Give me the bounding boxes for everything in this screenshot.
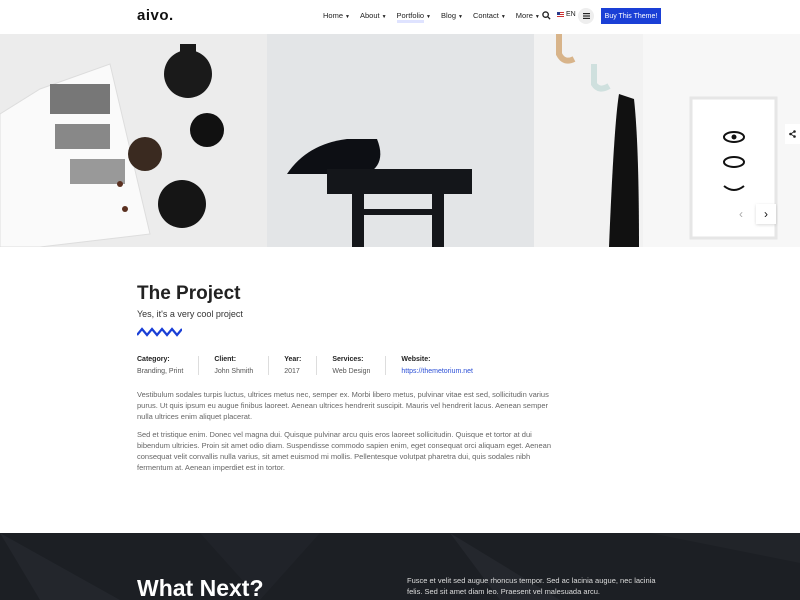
footer-background-pattern — [0, 533, 800, 600]
caret-down-icon: ▼ — [345, 14, 350, 20]
what-next-section: What Next? Fusce et velit sed augue rhon… — [0, 533, 800, 600]
project-gallery — [0, 34, 800, 247]
nav-item-portfolio[interactable]: Portfolio ▼ — [396, 11, 431, 23]
share-icon — [789, 130, 796, 138]
hamburger-icon — [582, 13, 590, 19]
share-button[interactable] — [785, 124, 800, 144]
still-life-illustration — [0, 44, 224, 247]
meta-category: Category: Branding, Print — [137, 356, 198, 375]
caret-down-icon: ▼ — [534, 14, 540, 20]
main-nav: Home ▼ About ▼ Portfolio ▼ Blog ▼ Contact ▼ M… — [323, 11, 550, 23]
nav-label: Blog — [441, 11, 457, 20]
flag-icon — [557, 12, 564, 17]
caret-down-icon: ▼ — [426, 14, 431, 20]
caret-down-icon: ▼ — [381, 14, 387, 20]
hamburger-menu-button[interactable] — [578, 8, 594, 24]
meta-label: Client: — [214, 356, 237, 363]
meta-year: Year: 2017 — [268, 356, 316, 375]
search-icon[interactable] — [542, 11, 551, 20]
nav-label: About — [359, 11, 380, 20]
site-logo[interactable]: aivo. — [137, 7, 174, 24]
zigzag-divider — [136, 327, 183, 337]
nav-item-home[interactable]: Home ▼ — [323, 11, 350, 20]
project-title: The Project — [137, 283, 241, 304]
chevron-left-icon: ‹ — [739, 207, 743, 221]
meta-client: Client: John Shmith — [198, 356, 268, 375]
project-subtitle: Yes, it's a very cool project — [137, 309, 243, 319]
footer-title: What Next? — [137, 575, 264, 600]
meta-label: Year: — [284, 356, 302, 363]
nav-label: More — [515, 11, 533, 20]
project-details: The Project Yes, it's a very cool projec… — [136, 283, 557, 473]
website-link[interactable]: https://themetorium.net — [401, 368, 473, 375]
meta-services: Services: Web Design — [316, 356, 385, 375]
nav-label: Portfolio — [396, 11, 425, 23]
meta-label: Category: — [137, 356, 170, 363]
chevron-right-icon: › — [764, 207, 768, 221]
gallery-next-button[interactable]: › — [756, 204, 776, 224]
gallery-prev-button[interactable]: ‹ — [731, 204, 751, 224]
meta-value: Branding, Print — [137, 368, 184, 375]
footer-text: Fusce et velit sed augue rhoncus tempor.… — [407, 576, 656, 596]
gallery-image-still-life[interactable] — [0, 34, 267, 247]
meta-label: Website: — [401, 356, 431, 363]
project-description: Vestibulum sodales turpis luctus, ultric… — [137, 390, 549, 421]
project-meta: Category: Branding, Print Client: John S… — [137, 356, 557, 375]
site-header: aivo. Home ▼ About ▼ Portfolio ▼ Blog ▼ Cont… — [0, 0, 800, 34]
meta-value: 2017 — [284, 368, 300, 375]
project-description: Sed et tristique enim. Donec vel magna d… — [137, 430, 551, 472]
caret-down-icon: ▼ — [458, 14, 463, 20]
caret-down-icon: ▼ — [500, 14, 506, 20]
meta-label: Services: — [332, 356, 364, 363]
stool-illustration — [287, 139, 472, 247]
nav-item-about[interactable]: About ▼ — [360, 11, 387, 20]
language-label: EN — [566, 11, 576, 18]
meta-value: John Shmith — [214, 368, 254, 375]
nav-item-blog[interactable]: Blog ▼ — [441, 11, 463, 20]
gallery-image-stool[interactable] — [267, 34, 534, 247]
meta-website: Website: https://themetorium.net — [385, 356, 488, 375]
nav-label: Home — [323, 11, 344, 20]
language-switcher[interactable]: EN — [557, 11, 576, 18]
nav-item-more[interactable]: More ▼ — [516, 11, 540, 20]
meta-value: Web Design — [332, 368, 371, 375]
nav-item-contact[interactable]: Contact ▼ — [473, 11, 506, 20]
nav-label: Contact — [472, 11, 499, 20]
buy-theme-button[interactable]: Buy This Theme! — [601, 8, 661, 24]
